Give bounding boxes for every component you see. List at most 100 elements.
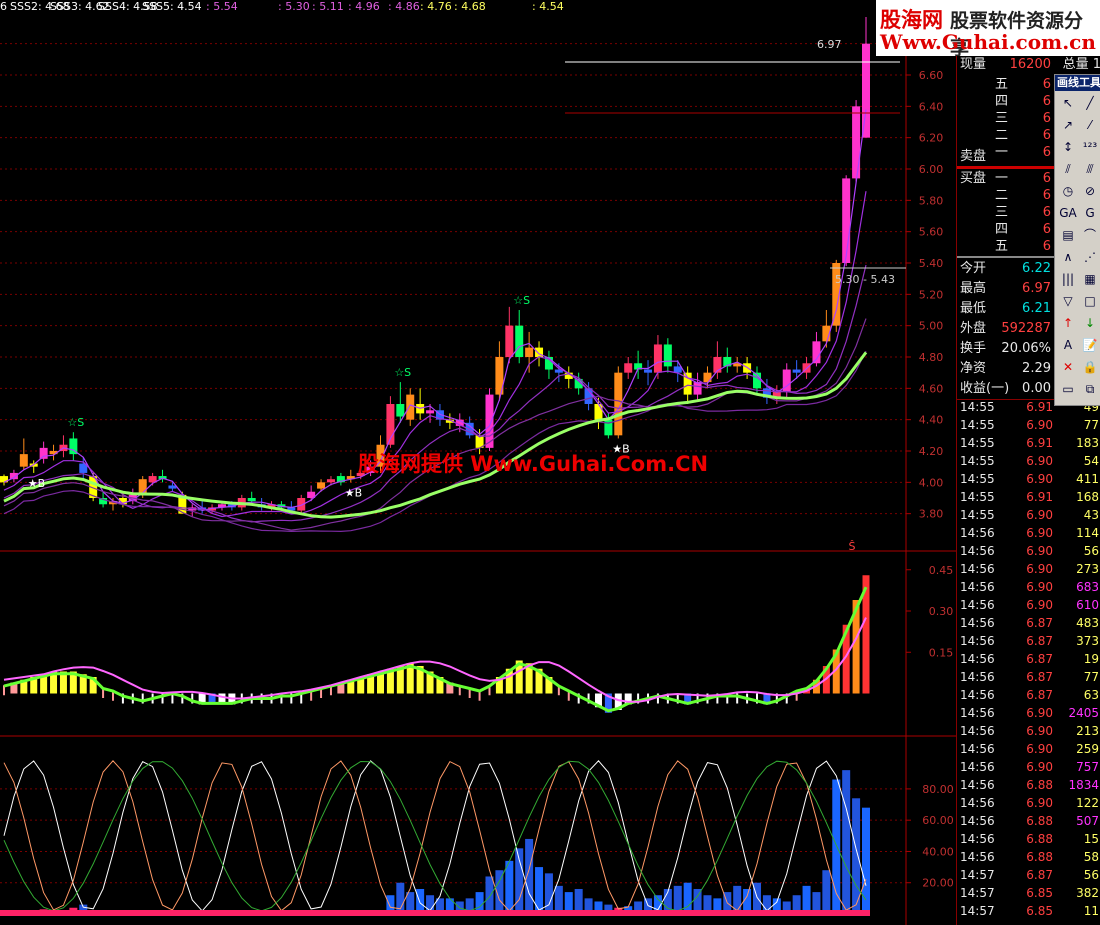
y-tick-label: 4.20 xyxy=(919,445,944,458)
stat-label: 今开 xyxy=(960,261,987,276)
candle-body xyxy=(673,366,682,373)
tick-volume: 77 xyxy=(1083,418,1099,432)
buy-level-value: 6 xyxy=(1042,171,1051,186)
delete-icon[interactable]: ✕ xyxy=(1059,359,1077,375)
y-tick-label: 5.00 xyxy=(919,320,944,333)
candle-body xyxy=(792,369,801,373)
cycle-icon[interactable]: ||| xyxy=(1059,271,1077,287)
line-icon[interactable]: ╱ xyxy=(1081,95,1099,111)
candle-body xyxy=(852,106,861,179)
box-icon[interactable]: ▤ xyxy=(1059,227,1077,243)
speed-icon[interactable]: ⋰ xyxy=(1081,249,1099,265)
rect-icon[interactable]: □ xyxy=(1081,293,1099,309)
down-arrow-icon[interactable]: ↓ xyxy=(1081,315,1099,331)
tick-volume: 757 xyxy=(1076,760,1099,774)
legend-item: : 5.11 xyxy=(312,0,344,13)
segment-icon[interactable]: ⁄ xyxy=(1081,117,1099,133)
y-tick-label: 80.00 xyxy=(922,783,954,796)
stat-label: 最低 xyxy=(960,301,987,316)
tick-row: 14:55 6.90 54 xyxy=(957,452,1100,470)
moving-average-line xyxy=(3,318,867,531)
tick-volume: 43 xyxy=(1083,508,1099,522)
tick-price: 6.87 xyxy=(1026,688,1053,702)
tick-price: 6.90 xyxy=(1026,562,1053,576)
channel-icon[interactable]: ⫻ xyxy=(1081,161,1099,177)
candle-body xyxy=(812,341,821,364)
text-icon[interactable]: A xyxy=(1059,337,1077,353)
tick-price: 6.91 xyxy=(1026,400,1053,414)
y-tick-label: 4.60 xyxy=(919,382,944,395)
indicator-bar xyxy=(485,876,494,914)
y-tick-label: 5.80 xyxy=(919,194,944,207)
triangle-icon[interactable]: ▽ xyxy=(1059,293,1077,309)
drawing-toolbar[interactable]: 画线工具 ↖ ╱ ↗ ⁄ ↕ ¹²³ ⫽ ⫻ ◷ ⊘ GA G ▤ ⌒ ∧ ⋰ ||| ▦ ▽ □ ↑ ↓ A 📝 ✕ 🔒 ▭ ⧉ xyxy=(1054,74,1100,406)
ray-icon[interactable]: ↗ xyxy=(1059,117,1077,133)
moving-average-line xyxy=(3,264,867,523)
y-tick-label: 4.80 xyxy=(919,351,944,364)
candle-body xyxy=(505,325,514,357)
lock-icon[interactable]: 🔒 xyxy=(1081,359,1099,375)
buy-level-label: 五 xyxy=(995,239,1009,254)
baseline-band xyxy=(0,910,870,916)
arc-icon[interactable]: ⌒ xyxy=(1081,227,1099,243)
tick-volume: 114 xyxy=(1076,526,1099,540)
indicator-bar xyxy=(862,807,870,914)
tick-time: 14:55 xyxy=(960,400,995,414)
indicator-bar xyxy=(683,882,692,914)
price-label-icon[interactable]: ¹²³ xyxy=(1081,139,1099,155)
up-arrow-icon[interactable]: ↑ xyxy=(1059,315,1077,331)
tick-time: 14:55 xyxy=(960,490,995,504)
stat-value: 6.21 xyxy=(1022,301,1051,316)
candle-body xyxy=(663,344,672,367)
tick-time: 14:56 xyxy=(960,724,995,738)
candle-body xyxy=(624,363,633,373)
candle-body xyxy=(19,454,28,467)
ellipse-icon[interactable]: ⊘ xyxy=(1081,183,1099,199)
cursor-icon[interactable]: ↖ xyxy=(1059,95,1077,111)
stat-label: 收益(一) xyxy=(960,381,1010,396)
candle-body xyxy=(693,382,702,395)
tick-volume: 168 xyxy=(1076,490,1099,504)
candle-body xyxy=(396,404,405,417)
tick-volume: 507 xyxy=(1076,814,1099,828)
y-tick-label: 4.00 xyxy=(919,476,944,489)
macd-signal-mark: Ŝ xyxy=(849,540,856,553)
legend-item: : 4.96 xyxy=(348,0,380,13)
tick-row: 14:56 6.87 373 xyxy=(957,632,1100,650)
wave-icon[interactable]: ∧ xyxy=(1059,249,1077,265)
high-price-label: 6.97 xyxy=(817,38,842,51)
tick-time: 14:56 xyxy=(960,688,995,702)
tick-row: 14:56 6.90 213 xyxy=(957,722,1100,740)
y-tick-label: 20.00 xyxy=(922,877,954,890)
legend-item: : 4.76 xyxy=(420,0,452,13)
ruler-icon[interactable]: ▭ xyxy=(1059,381,1077,397)
grid-icon[interactable]: ▦ xyxy=(1081,271,1099,287)
volume-row: 现量 16200 总量 1 xyxy=(957,56,1100,74)
sell-signal: ☆S xyxy=(394,366,411,379)
tick-volume: 15 xyxy=(1083,832,1099,846)
circle-icon[interactable]: ◷ xyxy=(1059,183,1077,199)
tick-time: 14:56 xyxy=(960,580,995,594)
sell-signal: ☆S xyxy=(513,294,530,307)
gann-icon[interactable]: GA xyxy=(1059,205,1077,221)
drawing-toolbar-title[interactable]: 画线工具 xyxy=(1055,75,1100,91)
tick-row: 14:55 6.90 411 xyxy=(957,470,1100,488)
tick-row: 14:56 6.87 63 xyxy=(957,686,1100,704)
fib-icon[interactable]: G xyxy=(1081,205,1099,221)
tick-row: 14:56 6.88 58 xyxy=(957,848,1100,866)
buy-level-label: 三 xyxy=(995,205,1009,220)
tick-time: 14:57 xyxy=(960,868,995,882)
sell-signal: ☆S xyxy=(67,416,84,429)
candle-body xyxy=(842,178,851,263)
vline-icon[interactable]: ↕ xyxy=(1059,139,1077,155)
parallel-icon[interactable]: ⫽ xyxy=(1059,161,1077,177)
screenshot-icon[interactable]: ⧉ xyxy=(1081,381,1099,397)
note-icon[interactable]: 📝 xyxy=(1081,337,1099,353)
watermark-url: Www.Guhai.com.cn xyxy=(880,30,1096,54)
tick-volume: 259 xyxy=(1076,742,1099,756)
tick-price: 6.90 xyxy=(1026,742,1053,756)
tick-price: 6.91 xyxy=(1026,436,1053,450)
tick-volume: 483 xyxy=(1076,616,1099,630)
tick-volume: 63 xyxy=(1083,688,1099,702)
stat-value: 6.97 xyxy=(1022,281,1051,296)
